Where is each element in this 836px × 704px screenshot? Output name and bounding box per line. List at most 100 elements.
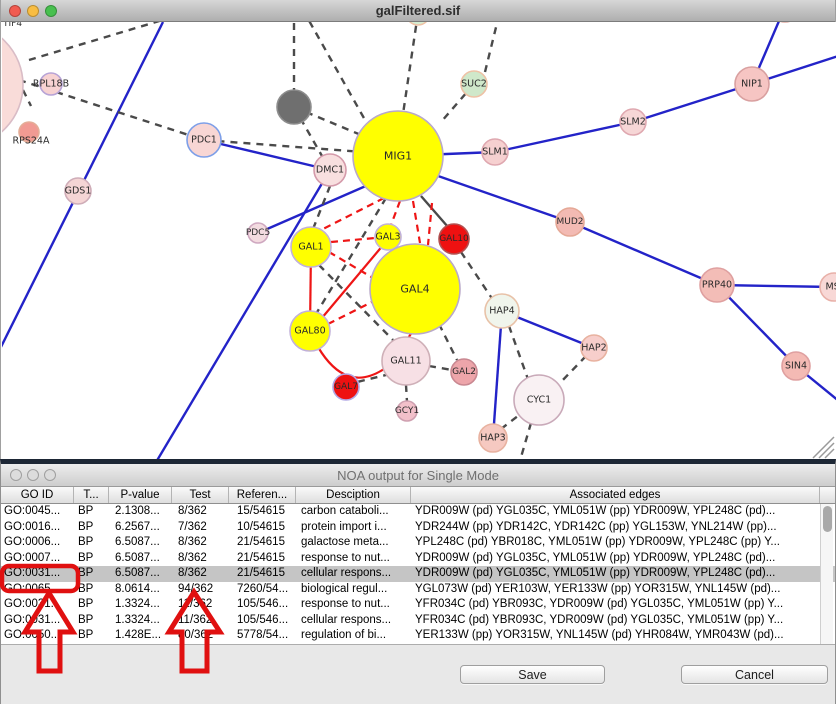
network-edge [23,90,31,106]
table-cell-go: GO:0016... [1,520,74,536]
node-label-GAL7: GAL7 [334,382,358,392]
table-row-selected[interactable]: GO:0031...BP6.5087...8/36221/54615cellul… [1,566,835,582]
network-edge [429,366,452,370]
network-canvas[interactable]: RPL18BRPS24AGDS1PDC1SUC2MIG1DMC1SLM1SLM2… [2,22,836,459]
column-header-associatededges[interactable]: Associated edges [411,487,820,503]
network-edge [321,198,384,230]
node-label-MUD2: MUD2 [556,217,583,227]
table-cell-test: 11/362 [172,613,229,629]
network-edge [813,437,834,458]
table-cell-desc: response to nut... [296,551,411,567]
header-scrollbar-cap [820,487,835,503]
table-cell-p: 6.5087... [109,566,172,582]
network-edge [331,238,375,242]
network-edge [485,22,501,72]
column-header-referen[interactable]: Referen... [229,487,296,503]
node-gray-node[interactable] [277,90,311,124]
node-label-CYC1: CYC1 [527,395,551,406]
node-label-HAP4: HAP4 [489,306,514,317]
table-cell-p: 6.5087... [109,535,172,551]
table-cell-edges: YDR009W (pd) YGL035C, YML051W (pp) YDR00… [411,504,835,520]
node-label-GCY1: GCY1 [395,406,419,416]
table-cell-ref: 5778/54... [229,628,296,644]
table-cell-ref: 21/54615 [229,535,296,551]
node-label-SLM1: SLM1 [482,147,508,158]
column-header-goid[interactable]: GO ID [1,487,74,503]
table-cell-p: 6.2567... [109,520,172,536]
table-cell-desc: carbon cataboli... [296,504,411,520]
table-row[interactable]: GO:0031...BP1.3324...11/362105/546...cel… [1,613,835,629]
network-edge [493,311,502,438]
table-cell-p: 1.3324... [109,597,172,613]
table-cell-type: BP [74,520,109,536]
table-cell-ref: 105/546... [229,597,296,613]
network-edge [717,285,836,429]
node-label-MSI: MSI [825,282,836,293]
cancel-button[interactable]: Cancel [681,665,828,684]
noa-window-titlebar[interactable]: NOA output for Single Mode [1,464,835,487]
table-cell-type: BP [74,504,109,520]
table-cell-edges: YDR244W (pp) YDR142C, YDR142C (pp) YGL15… [411,520,835,536]
noa-window-title: NOA output for Single Mode [1,468,835,483]
node-label-SLM2: SLM2 [620,117,646,128]
table-cell-go: GO:0065... [1,582,74,598]
network-edge [204,140,330,170]
node-label-MIG1: MIG1 [384,150,412,163]
table-row[interactable]: GO:0031...BP1.3324...11/362105/546...res… [1,597,835,613]
network-edge [509,326,529,382]
network-edge [391,201,400,225]
node-label-PDC5: PDC5 [246,228,270,238]
table-cell-edges: YER133W (pp) YOR315W, YNL145W (pd) YHR08… [411,628,835,644]
table-bottom-divider [1,644,835,645]
table-cell-type: BP [74,597,109,613]
table-cell-edges: YDR009W (pd) YGL035C, YML051W (pp) YDR00… [411,551,835,567]
table-cell-p: 6.5087... [109,551,172,567]
node-label-RPS24A: RPS24A [13,136,50,147]
column-header-test[interactable]: Test [172,487,229,503]
node-label-DMC1: DMC1 [316,165,344,176]
network-edge [29,22,206,60]
table-cell-ref: 21/54615 [229,566,296,582]
table-cell-type: BP [74,613,109,629]
network-edge [439,324,457,360]
table-cell-type: BP [74,535,109,551]
table-cell-edges: YFR034C (pd) YBR093C, YDR009W (pd) YGL03… [411,613,835,629]
node-label-NIP1: NIP1 [741,79,763,90]
network-window-titlebar[interactable]: galFiltered.sif [1,0,835,22]
scrollbar-thumb[interactable] [823,506,832,532]
column-header-desciption[interactable]: Desciption [296,487,411,503]
table-row[interactable]: GO:0050...BP1.428E...80/3625778/54...reg… [1,628,835,644]
column-header-t[interactable]: T... [74,487,109,503]
network-edge [403,22,418,114]
table-cell-test: 8/362 [172,566,229,582]
table-cell-edges: YPL248C (pd) YBR018C, YML051W (pp) YDR00… [411,535,835,551]
node-label-GAL10: GAL10 [439,234,469,244]
table-row[interactable]: GO:0045...BP2.1308...8/36215/54615carbon… [1,504,835,520]
table-header[interactable]: GO IDT...P-valueTestReferen...Desciption… [1,487,835,504]
table-cell-test: 7/362 [172,520,229,536]
table-row[interactable]: GO:0065...BP8.0614...94/3627260/54...bio… [1,582,835,598]
vertical-scrollbar[interactable] [820,504,833,644]
table-cell-type: BP [74,628,109,644]
table-cell-test: 94/362 [172,582,229,598]
node-label-HAP2: HAP2 [581,343,606,354]
table-row[interactable]: GO:0016...BP6.2567...7/36210/54615protei… [1,520,835,536]
network-edge [406,385,407,402]
table-cell-ref: 21/54615 [229,551,296,567]
table-row[interactable]: GO:0007...BP6.5087...8/36221/54615respon… [1,551,835,567]
node-label-GAL4: GAL4 [400,283,429,296]
table-cell-ref: 7260/54... [229,582,296,598]
table-cell-test: 8/362 [172,535,229,551]
table-cell-go: GO:0031... [1,566,74,582]
table-cell-desc: cellular respons... [296,613,411,629]
table-cell-desc: cellular respons... [296,566,411,582]
table-cell-go: GO:0031... [1,597,74,613]
table-cell-type: BP [74,566,109,582]
table-row[interactable]: GO:0006...BP6.5087...8/36221/54615galact… [1,535,835,551]
save-button[interactable]: Save [460,665,605,684]
table-cell-desc: biological regul... [296,582,411,598]
node-label-GAL2: GAL2 [452,367,476,377]
column-header-pvalue[interactable]: P-value [109,487,172,503]
table-cell-ref: 105/546... [229,613,296,629]
node-green-cut[interactable] [406,22,430,25]
